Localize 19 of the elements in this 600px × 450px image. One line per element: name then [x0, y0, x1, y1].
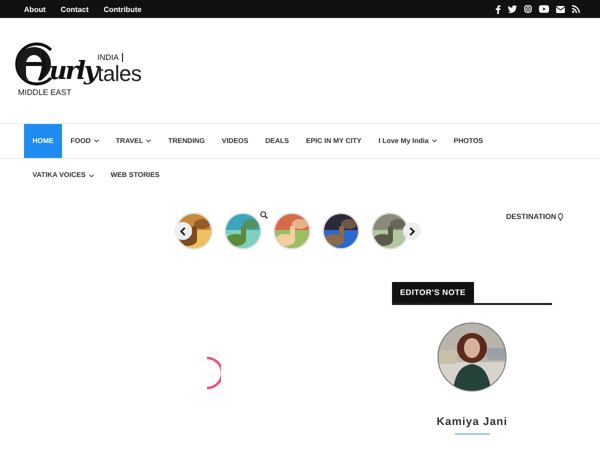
logo-wordmark: tales [97, 62, 142, 86]
loading-spinner [205, 356, 221, 390]
location-pin-icon [558, 212, 564, 220]
chevron-right-icon [409, 226, 415, 236]
previous-button[interactable] [174, 222, 192, 240]
instagram-icon[interactable] [524, 5, 532, 13]
mail-icon[interactable] [556, 6, 565, 12]
chevron-left-icon [180, 226, 186, 236]
twitter-icon[interactable] [508, 5, 517, 13]
next-button[interactable] [403, 222, 421, 240]
search-icon[interactable] [260, 211, 268, 219]
youtube-icon[interactable] [539, 5, 549, 13]
logo-script-text: urly [49, 56, 96, 86]
rss-icon[interactable] [572, 5, 580, 13]
section-heading: EDITOR'S NOTE [392, 282, 474, 303]
logo-tagline: INDIA [97, 53, 123, 62]
editor-name: Kamiya Jani [436, 416, 508, 428]
logo-region: MIDDLE EAST [18, 88, 72, 97]
facebook-icon[interactable] [495, 4, 501, 14]
